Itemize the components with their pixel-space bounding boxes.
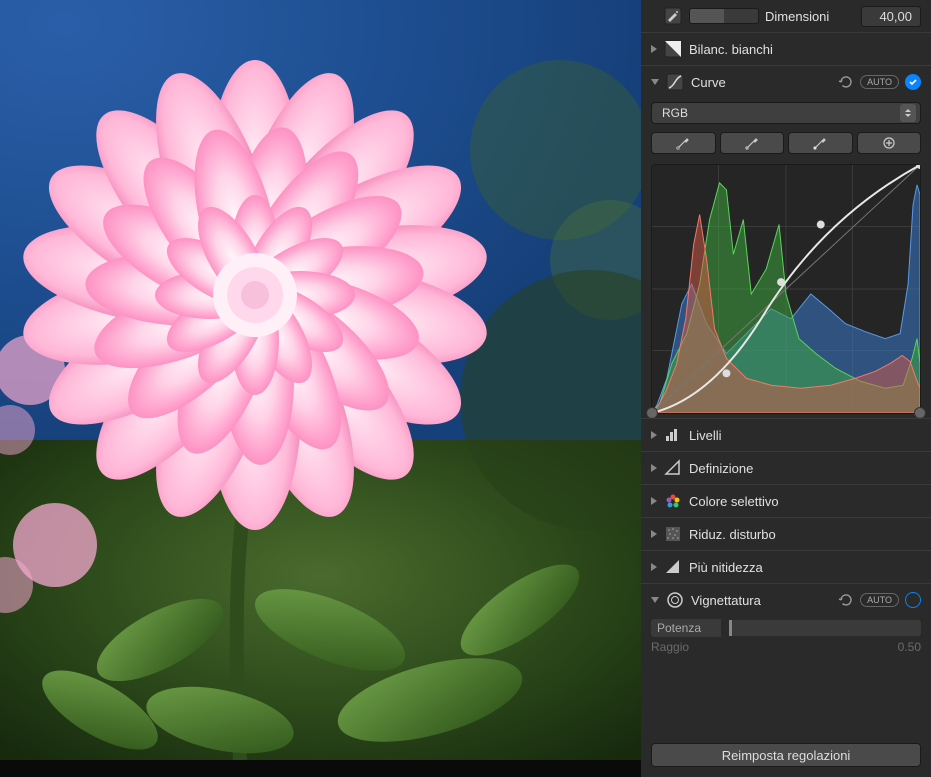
vignettatura-label: Vignettatura: [691, 593, 832, 608]
image-preview[interactable]: [0, 0, 641, 777]
adjustments-panel: Dimensioni 40,00 Bilanc. bianchi Curve A…: [641, 0, 931, 777]
curve-channel-dropdown[interactable]: RGB: [651, 102, 921, 124]
definizione-label: Definizione: [689, 461, 921, 476]
vignette-enable-toggle[interactable]: [905, 592, 921, 608]
vignette-icon: [665, 590, 685, 610]
row-potenza: Potenza: [641, 616, 931, 640]
row-bilanc-bianchi[interactable]: Bilanc. bianchi: [641, 32, 931, 65]
livelli-label: Livelli: [689, 428, 921, 443]
black-point-picker[interactable]: [651, 132, 716, 154]
gray-point-picker[interactable]: [720, 132, 785, 154]
add-point-picker[interactable]: [857, 132, 922, 154]
white-point-handle[interactable]: [914, 407, 926, 419]
row-livelli[interactable]: Livelli: [641, 418, 931, 451]
reset-adjustments-button[interactable]: Reimposta regolazioni: [651, 743, 921, 767]
chevron-updown-icon: [900, 104, 916, 122]
black-point-handle[interactable]: [646, 407, 658, 419]
dimensioni-value[interactable]: 40,00: [861, 6, 921, 27]
riduz-disturbo-label: Riduz. disturbo: [689, 527, 921, 542]
raggio-value: 0.50: [898, 640, 921, 654]
disclosure-icon[interactable]: [651, 464, 657, 472]
colore-selettivo-label: Colore selettivo: [689, 494, 921, 509]
curves-icon: [665, 72, 685, 92]
channel-selected: RGB: [662, 106, 900, 120]
curve-label: Curve: [691, 75, 832, 90]
curves-histogram[interactable]: [651, 164, 921, 414]
white-point-picker[interactable]: [788, 132, 853, 154]
curve-auto-button[interactable]: AUTO: [860, 75, 899, 89]
vignette-auto-button[interactable]: AUTO: [860, 593, 899, 607]
disclosure-icon[interactable]: [651, 497, 657, 505]
row-curve[interactable]: Curve AUTO: [641, 65, 931, 98]
potenza-label: Potenza: [651, 619, 721, 637]
disclosure-icon[interactable]: [651, 431, 657, 439]
row-dimensioni: Dimensioni 40,00: [641, 0, 931, 32]
disclosure-icon[interactable]: [651, 79, 659, 85]
dimensioni-slider[interactable]: [689, 8, 759, 24]
disclosure-icon[interactable]: [651, 530, 657, 538]
reset-curve-icon[interactable]: [838, 74, 854, 90]
noise-reduction-icon: [663, 524, 683, 544]
disclosure-icon[interactable]: [651, 597, 659, 603]
sharpen-icon: [663, 557, 683, 577]
row-raggio-clipped: Raggio 0.50: [641, 640, 931, 654]
definition-icon: [663, 458, 683, 478]
row-colore-selettivo[interactable]: Colore selettivo: [641, 484, 931, 517]
bilanc-label: Bilanc. bianchi: [689, 42, 921, 57]
spacer: [651, 13, 657, 19]
disclosure-icon[interactable]: [651, 45, 657, 53]
reset-vignette-icon[interactable]: [838, 592, 854, 608]
row-definizione[interactable]: Definizione: [641, 451, 931, 484]
levels-icon: [663, 425, 683, 445]
disclosure-icon[interactable]: [651, 563, 657, 571]
retouch-icon[interactable]: [663, 6, 683, 26]
row-riduz-disturbo[interactable]: Riduz. disturbo: [641, 517, 931, 550]
curve-picker-row: [641, 128, 931, 158]
curve-enable-toggle[interactable]: [905, 74, 921, 90]
raggio-label: Raggio: [651, 640, 689, 654]
reset-label: Reimposta regolazioni: [722, 748, 851, 763]
dimensioni-label: Dimensioni: [765, 9, 855, 24]
row-piu-nitidezza[interactable]: Più nitidezza: [641, 550, 931, 583]
piu-nitidezza-label: Più nitidezza: [689, 560, 921, 575]
white-balance-icon: [663, 39, 683, 59]
potenza-slider[interactable]: [729, 620, 921, 636]
selective-color-icon: [663, 491, 683, 511]
row-vignettatura[interactable]: Vignettatura AUTO: [641, 583, 931, 616]
